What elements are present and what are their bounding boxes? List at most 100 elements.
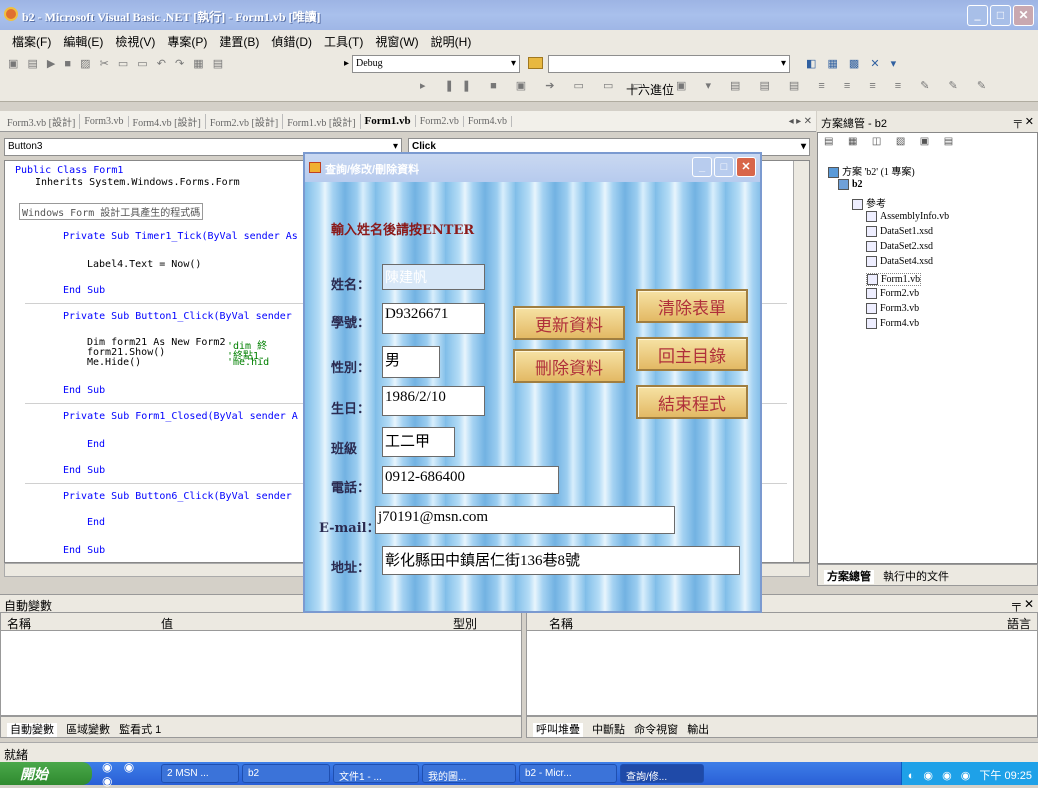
solution-config-icon[interactable] [528, 57, 543, 69]
main-menu-button[interactable]: 回主目錄 [636, 337, 748, 371]
tab-form1[interactable]: Form1.vb [361, 115, 416, 127]
solution-root-label: 方案 'b2' (1 專案) [842, 167, 915, 178]
pin-icon[interactable]: ╤ ✕ [1014, 115, 1034, 128]
gender-field[interactable]: 男 [382, 346, 440, 378]
task-document[interactable]: 文件1 - ... [333, 764, 419, 783]
document-tabs: Form3.vb [設計] Form3.vb Form4.vb [設計] For… [0, 111, 816, 132]
tree-item-form4[interactable]: Form4.vb [866, 318, 919, 330]
system-tray: ◐ ◉ ◉ ◉ 下午 09:25 [900, 762, 1038, 785]
start-button[interactable]: 開始 [0, 762, 92, 785]
find-combo[interactable]: ▾ [548, 55, 790, 73]
col-name[interactable]: 名稱 [7, 615, 31, 632]
update-button[interactable]: 更新資料 [513, 306, 625, 340]
project-label: b2 [852, 179, 863, 190]
tab-form4-design[interactable]: Form4.vb [設計] [129, 113, 206, 129]
maximize-icon[interactable]: □ [990, 5, 1011, 26]
tab-form3-design[interactable]: Form3.vb [設計] [3, 113, 81, 129]
project-node[interactable]: b2 [838, 179, 863, 191]
task-msn[interactable]: 2 MSN ... [161, 764, 239, 783]
tab-form3[interactable]: Form3.vb [80, 115, 129, 127]
autos-title: 自動變數 [4, 599, 53, 613]
tab-command[interactable]: 命令視窗 [634, 724, 678, 736]
col-value[interactable]: 值 [161, 615, 173, 632]
tab-form1-design[interactable]: Form1.vb [設計] [283, 113, 361, 129]
close-icon[interactable]: ✕ [1013, 5, 1034, 26]
menu-window[interactable]: 視窗(W) [369, 33, 424, 50]
task-query-form[interactable]: 查詢/修... [620, 764, 704, 783]
code-line: End Sub [63, 285, 106, 296]
text-editor-icons[interactable]: ▣ ▾ ▤ ▤ ▤ ≡ ≡ ≡ ≡ ✎ ✎ ✎ [676, 79, 994, 92]
tab-form2-design[interactable]: Form2.vb [設計] [206, 113, 284, 129]
student-id-field[interactable]: D9326671 [382, 303, 485, 334]
exit-button[interactable]: 結束程式 [636, 385, 748, 419]
tab-form2[interactable]: Form2.vb [416, 115, 464, 127]
tab-output[interactable]: 輸出 [687, 724, 709, 736]
window-title: b2 - Microsoft Visual Basic .NET [執行] - … [22, 10, 321, 24]
class-field[interactable]: 工二甲 [382, 427, 455, 457]
phone-field[interactable]: 0912-686400 [382, 466, 559, 494]
tree-item-assemblyinfo[interactable]: AssemblyInfo.vb [866, 211, 949, 223]
email-field[interactable]: j70191@msn.com [375, 506, 675, 534]
form-file-icon [866, 318, 877, 330]
menu-file[interactable]: 檔案(F) [6, 33, 57, 50]
tray-icons[interactable]: ◐ ◉ ◉ ◉ [908, 770, 980, 782]
tab-solution-explorer[interactable]: 方案總管 [824, 570, 874, 584]
tree-item-dataset1[interactable]: DataSet1.xsd [866, 226, 933, 238]
window-toolbar-icons[interactable]: ◧ ▦ ▩ ✕ ▾ [806, 57, 900, 70]
menu-help[interactable]: 說明(H) [425, 33, 478, 50]
code-region[interactable]: Windows Form 設計工具產生的程式碼 [19, 203, 204, 220]
menu-project[interactable]: 專案(P) [161, 33, 213, 50]
birthday-label: 生日： [331, 402, 371, 417]
tab-autos[interactable]: 自動變數 [7, 723, 57, 737]
tree-item-references[interactable]: 參考 [852, 195, 886, 211]
code-vscrollbar[interactable] [793, 161, 809, 562]
tab-locals[interactable]: 區域變數 [66, 724, 110, 736]
solution-root[interactable]: 方案 'b2' (1 專案) [828, 163, 915, 179]
task-vbnet[interactable]: b2 - Micr... [519, 764, 617, 783]
form-minimize-icon[interactable]: _ [692, 157, 712, 177]
event-combo-value: Click [412, 141, 436, 152]
col-language[interactable]: 語言 [1007, 615, 1031, 632]
col-type[interactable]: 型別 [453, 615, 477, 632]
menu-edit[interactable]: 編輯(E) [57, 33, 109, 50]
tab-callstack[interactable]: 呼叫堆疊 [533, 723, 583, 737]
form-file-icon [866, 303, 877, 315]
debug-toolbar-icons[interactable]: ▸ ❚❚ ■ ▣ ➔ ▭ ▭ ▭ [420, 79, 651, 92]
form-body: 輸入姓名後請按ENTER 姓名： 陳建帆 學號： D9326671 性別： 男 … [305, 182, 760, 611]
tree-item-dataset4[interactable]: DataSet4.xsd [866, 256, 933, 268]
minimize-icon[interactable]: _ [967, 5, 988, 26]
quicklaunch-icons[interactable]: ◉ ◉ ◉ [92, 760, 158, 788]
tab-watch[interactable]: 監看式 1 [119, 724, 161, 736]
standard-toolbar-icons[interactable]: ▣ ▤ ▶ ■ ▨ ✂ ▭ ▭ ↶ ↷ ▦ ▤ [8, 57, 226, 70]
clear-button[interactable]: 清除表單 [636, 289, 748, 323]
code-comment: 'me.hid [227, 357, 270, 368]
tab-running-docs[interactable]: 執行中的文件 [883, 571, 949, 583]
tab-form4[interactable]: Form4.vb [464, 115, 513, 127]
task-b2-folder[interactable]: b2 [242, 764, 330, 783]
birthday-field[interactable]: 1986/2/10 [382, 386, 485, 416]
form-file-icon [866, 288, 877, 300]
solution-toolbar-icons[interactable]: ▤ ▦ ◫ ▧ ▣ ▤ [824, 136, 959, 147]
tree-item-dataset2[interactable]: DataSet2.xsd [866, 241, 933, 253]
code-line: Private Sub Form1_Closed(ByVal sender A [63, 411, 298, 422]
menu-tools[interactable]: 工具(T) [318, 33, 369, 50]
form-close-icon[interactable]: ✕ [736, 157, 756, 177]
tab-scroll-icons[interactable]: ◂ ▸ ✕ [785, 116, 816, 127]
config-combo[interactable]: Debug ▾ [352, 55, 520, 73]
menu-view[interactable]: 檢視(V) [109, 33, 161, 50]
form-maximize-icon[interactable]: □ [714, 157, 734, 177]
tree-item-form3[interactable]: Form3.vb [866, 303, 919, 315]
tree-item-form1[interactable]: Form1.vb [866, 273, 922, 287]
pin-icon[interactable]: ╤ ✕ [1012, 597, 1034, 611]
hex-button[interactable]: 十六進位 [626, 81, 674, 98]
address-field[interactable]: 彰化縣田中鎮居仁街136巷8號 [382, 546, 740, 575]
col-name[interactable]: 名稱 [549, 615, 573, 632]
menu-debug[interactable]: 偵錯(D) [265, 33, 318, 50]
tab-breakpoints[interactable]: 中斷點 [592, 724, 625, 736]
tree-item-label: 參考 [866, 199, 886, 210]
name-field[interactable]: 陳建帆 [382, 264, 485, 290]
delete-button[interactable]: 刪除資料 [513, 349, 625, 383]
menu-build[interactable]: 建置(B) [213, 33, 265, 50]
task-pictures[interactable]: 我的圖... [422, 764, 516, 783]
tree-item-form2[interactable]: Form2.vb [866, 288, 919, 300]
